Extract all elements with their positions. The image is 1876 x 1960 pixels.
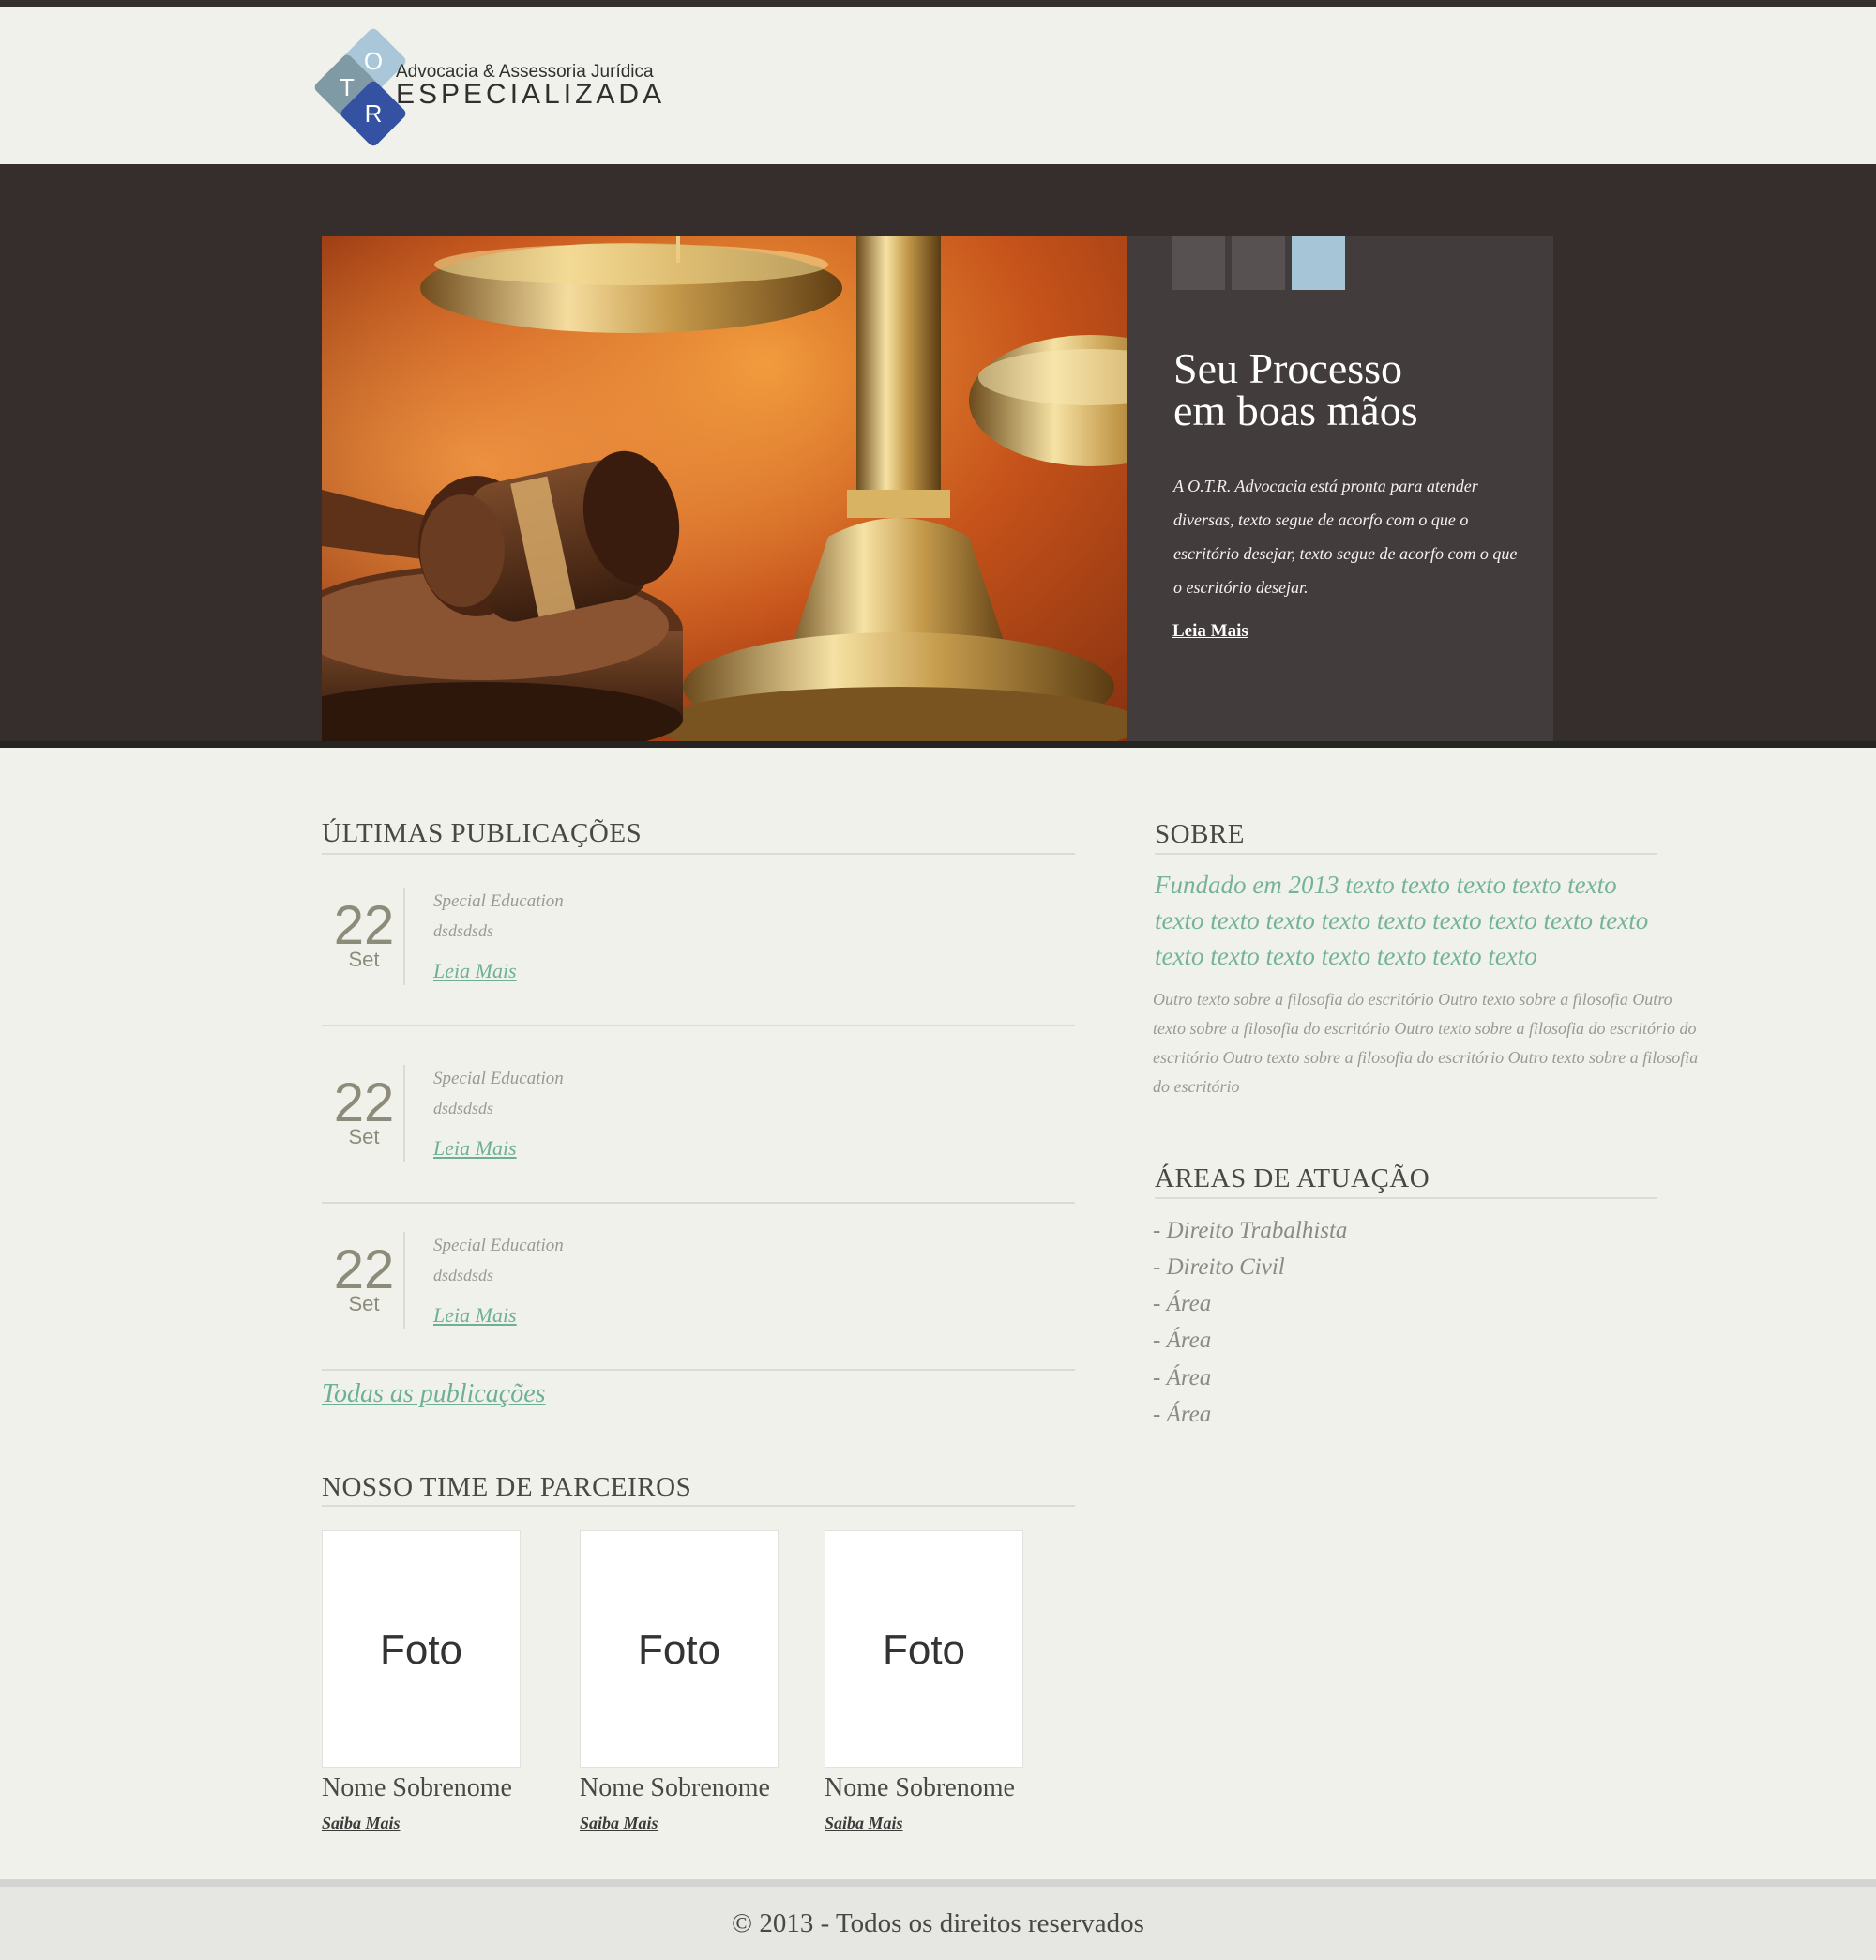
post-read-more-link[interactable]: Leia Mais: [433, 1136, 517, 1161]
hero-bottom-border: [0, 741, 1876, 748]
about-text: Outro texto sobre a filosofia do escritó…: [1153, 990, 1699, 1096]
post-divider: [403, 1065, 405, 1162]
slider-dot-1[interactable]: [1172, 236, 1225, 290]
posts-heading: ÚLTIMAS PUBLICAÇÕES: [322, 818, 643, 848]
about-heading-rule: [1155, 853, 1657, 855]
partners-heading: NOSSO TIME DE PARCEIROS: [322, 1472, 692, 1502]
partner-more-link-2[interactable]: Saiba Mais: [580, 1814, 658, 1833]
partner-name-2: Nome Sobrenome: [580, 1773, 770, 1802]
area-item[interactable]: - Área: [1153, 1328, 1211, 1354]
partner-photo-1: Foto: [322, 1530, 521, 1768]
site-footer: © 2013 - Todos os direitos reservados: [0, 1887, 1876, 1960]
partners-heading-rule: [322, 1505, 1075, 1507]
hero-title: Seu Processo em boas mãos: [1173, 344, 1418, 434]
post-separator: [322, 1202, 1075, 1204]
post-read-more-link[interactable]: Leia Mais: [433, 1303, 517, 1328]
post-subtitle: dsdsdsds: [433, 1099, 494, 1117]
post-read-more-link[interactable]: Leia Mais: [433, 959, 517, 983]
partner-more-link-3[interactable]: Saiba Mais: [825, 1814, 903, 1833]
slider-dot-2[interactable]: [1232, 236, 1285, 290]
hero-read-more-link[interactable]: Leia Mais: [1172, 621, 1248, 642]
post-divider: [403, 888, 405, 985]
post-day: 22: [333, 1239, 395, 1300]
areas-heading: ÁREAS DE ATUAÇÃO: [1155, 1163, 1430, 1193]
hero-panel: Seu Processo em boas mãos A O.T.R. Advoc…: [1127, 236, 1553, 741]
post-separator: [322, 1369, 1075, 1371]
about-lead: Fundado em 2013 texto texto texto texto …: [1155, 871, 1649, 970]
post-subtitle: dsdsdsds: [433, 1266, 494, 1284]
photo-placeholder-label: Foto: [637, 1627, 721, 1673]
post-item-2: 22 Set Special Education dsdsdsds Leia M…: [322, 1063, 1075, 1204]
area-item[interactable]: - Área: [1153, 1365, 1211, 1391]
all-posts-link[interactable]: Todas as publicações: [322, 1379, 546, 1409]
top-bar: [0, 0, 1876, 7]
post-item-3: 22 Set Special Education dsdsdsds Leia M…: [322, 1230, 1075, 1371]
logo-name: ESPECIALIZADA: [396, 79, 666, 110]
post-category: Special Education: [433, 1069, 564, 1088]
photo-placeholder-label: Foto: [882, 1627, 966, 1673]
gavel-and-scales-illustration: [322, 236, 1127, 741]
post-category: Special Education: [433, 1236, 564, 1255]
post-month: Set: [348, 1125, 380, 1148]
post-day: 22: [333, 895, 395, 956]
post-category: Special Education: [433, 891, 564, 911]
post-day: 22: [333, 1072, 395, 1133]
partner-photo-3: Foto: [825, 1530, 1023, 1768]
logo-letter-r: R: [364, 99, 383, 128]
areas-heading-rule: [1155, 1197, 1657, 1199]
area-item[interactable]: - Direito Trabalhista: [1153, 1218, 1347, 1244]
copyright-text: © 2013 - Todos os direitos reservados: [732, 1908, 1144, 1938]
area-item[interactable]: - Direito Civil: [1153, 1254, 1285, 1281]
post-month: Set: [348, 1292, 380, 1315]
partner-name-3: Nome Sobrenome: [825, 1773, 1015, 1802]
hero-image: [322, 236, 1127, 741]
post-item-1: 22 Set Special Education dsdsdsds Leia M…: [322, 886, 1075, 1026]
site-header: [0, 7, 1876, 164]
post-subtitle: dsdsdsds: [433, 921, 494, 940]
post-separator: [322, 1025, 1075, 1026]
post-divider: [403, 1232, 405, 1329]
partner-name-1: Nome Sobrenome: [322, 1773, 512, 1802]
post-month: Set: [348, 948, 380, 971]
slider-dot-3-active[interactable]: [1292, 236, 1345, 290]
area-item[interactable]: - Área: [1153, 1402, 1211, 1428]
partner-photo-2: Foto: [580, 1530, 779, 1768]
photo-placeholder-label: Foto: [379, 1627, 463, 1673]
hero-text: A O.T.R. Advocacia está pronta para aten…: [1173, 477, 1518, 597]
about-heading: SOBRE: [1155, 819, 1245, 849]
posts-heading-rule: [322, 853, 1075, 855]
footer-border: [0, 1879, 1876, 1887]
area-item[interactable]: - Área: [1153, 1291, 1211, 1317]
partner-more-link-1[interactable]: Saiba Mais: [322, 1814, 401, 1833]
site-logo[interactable]: O T R Advocacia & Assessoria Jurídica ES…: [312, 26, 661, 148]
